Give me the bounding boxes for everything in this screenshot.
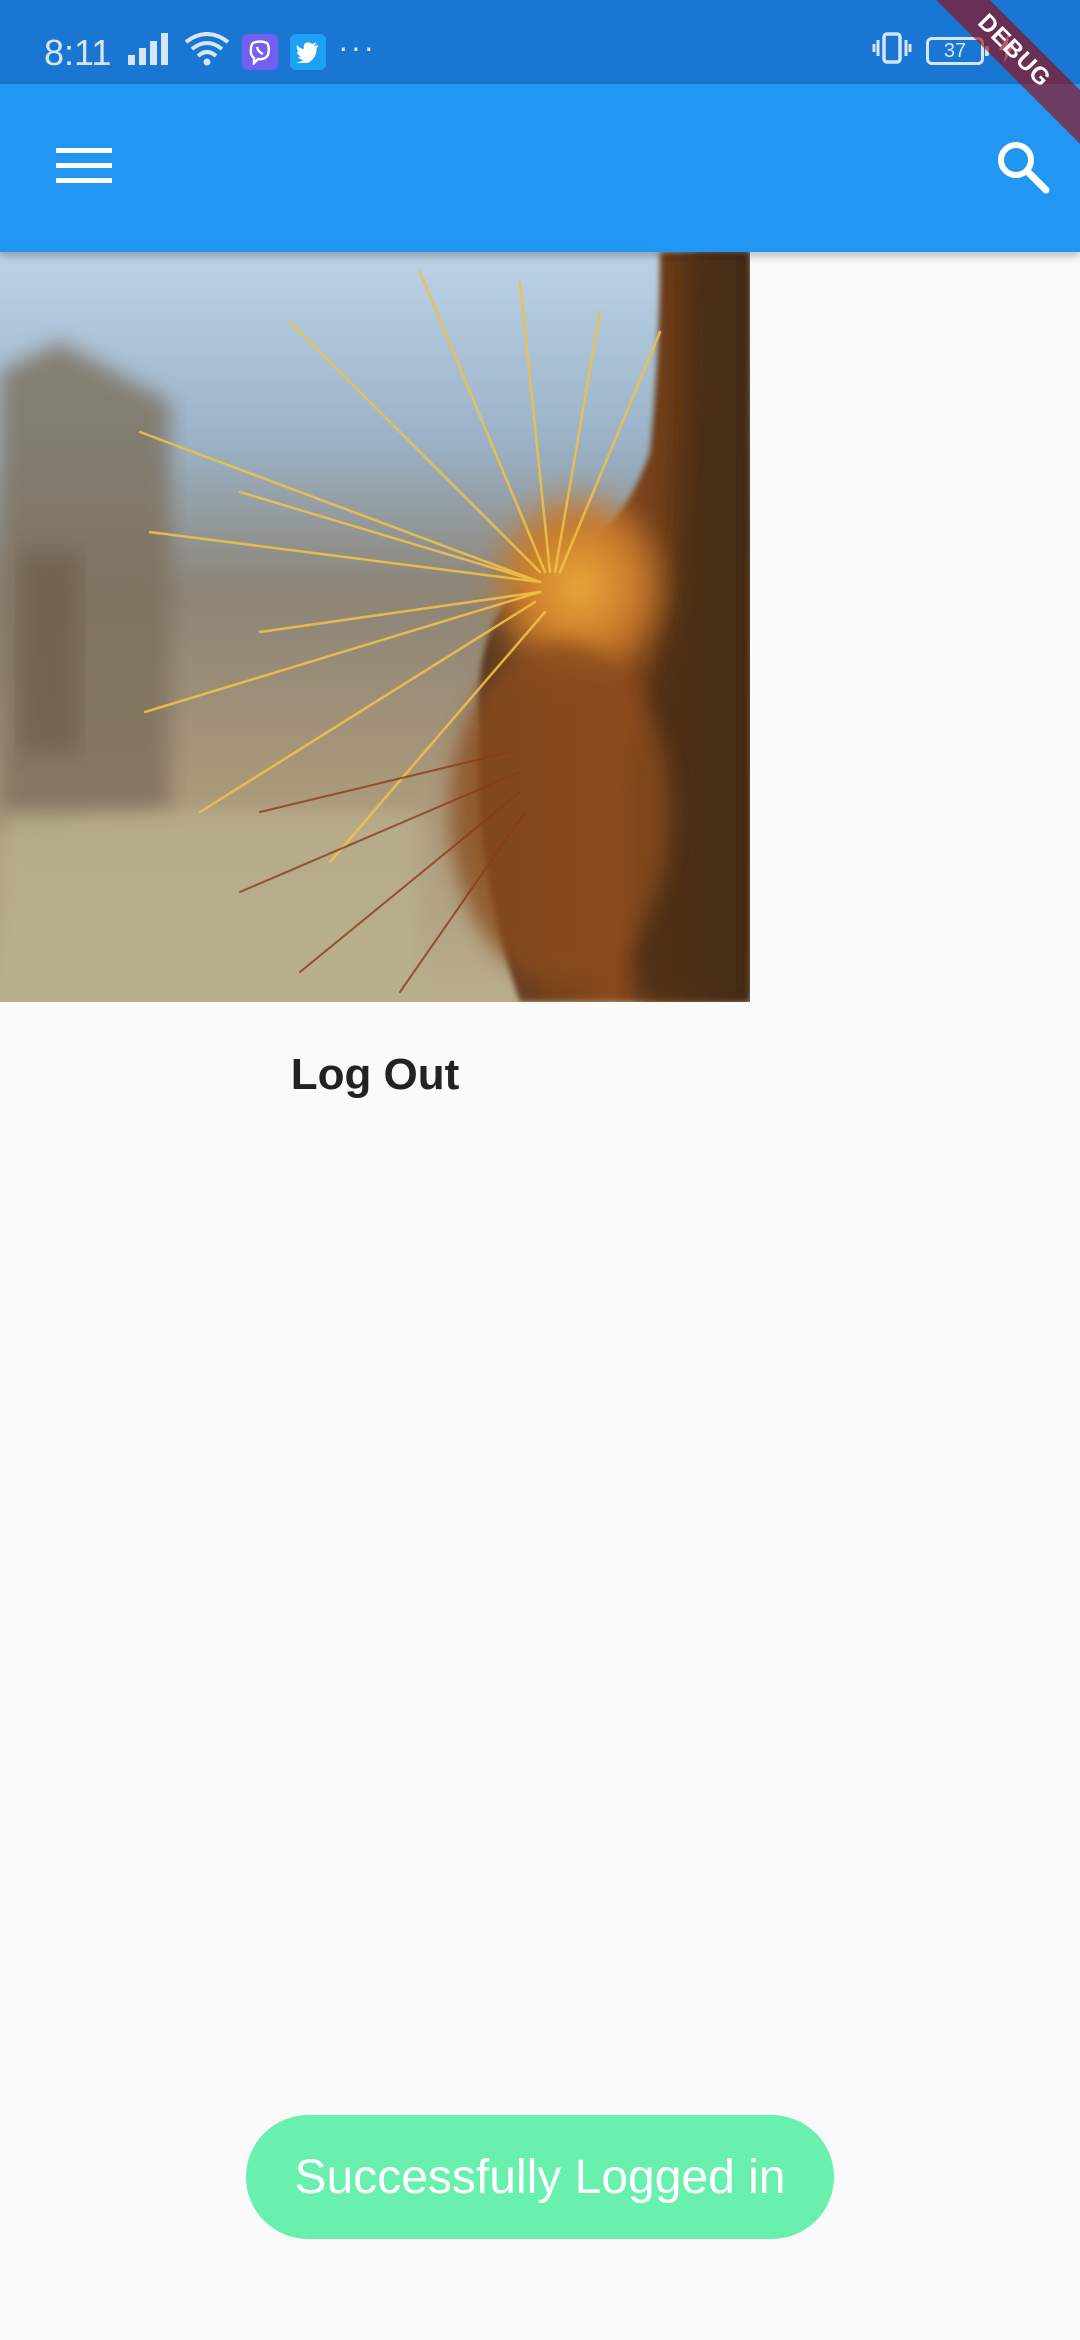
- viber-icon: [242, 33, 278, 70]
- battery-level: 37: [943, 39, 967, 62]
- signal-icon: [128, 33, 172, 70]
- charging-icon: [998, 33, 1016, 68]
- menu-icon[interactable]: [56, 146, 112, 191]
- status-time-text: 8:11: [44, 32, 112, 73]
- toast-message: Successfully Logged in: [294, 2150, 786, 2204]
- status-bar: 8:11 ··· 37: [0, 0, 1080, 84]
- status-time: 8:11: [44, 0, 111, 84]
- vibrate-icon: [872, 30, 912, 71]
- app-bar: [0, 84, 1080, 252]
- twitter-icon: [290, 33, 326, 70]
- logout-button[interactable]: Log Out: [180, 1030, 570, 1120]
- cactus-photo: [0, 252, 750, 1002]
- battery-icon: 37: [926, 36, 989, 65]
- search-button[interactable]: [984, 130, 1060, 206]
- search-icon[interactable]: [994, 138, 1050, 199]
- status-left-icons: ···: [128, 28, 376, 71]
- menu-button[interactable]: [44, 136, 124, 200]
- success-toast: Successfully Logged in: [246, 2115, 834, 2239]
- more-indicator: ···: [338, 28, 376, 65]
- wifi-icon: [184, 32, 230, 71]
- status-right-icons: 37: [872, 30, 1016, 71]
